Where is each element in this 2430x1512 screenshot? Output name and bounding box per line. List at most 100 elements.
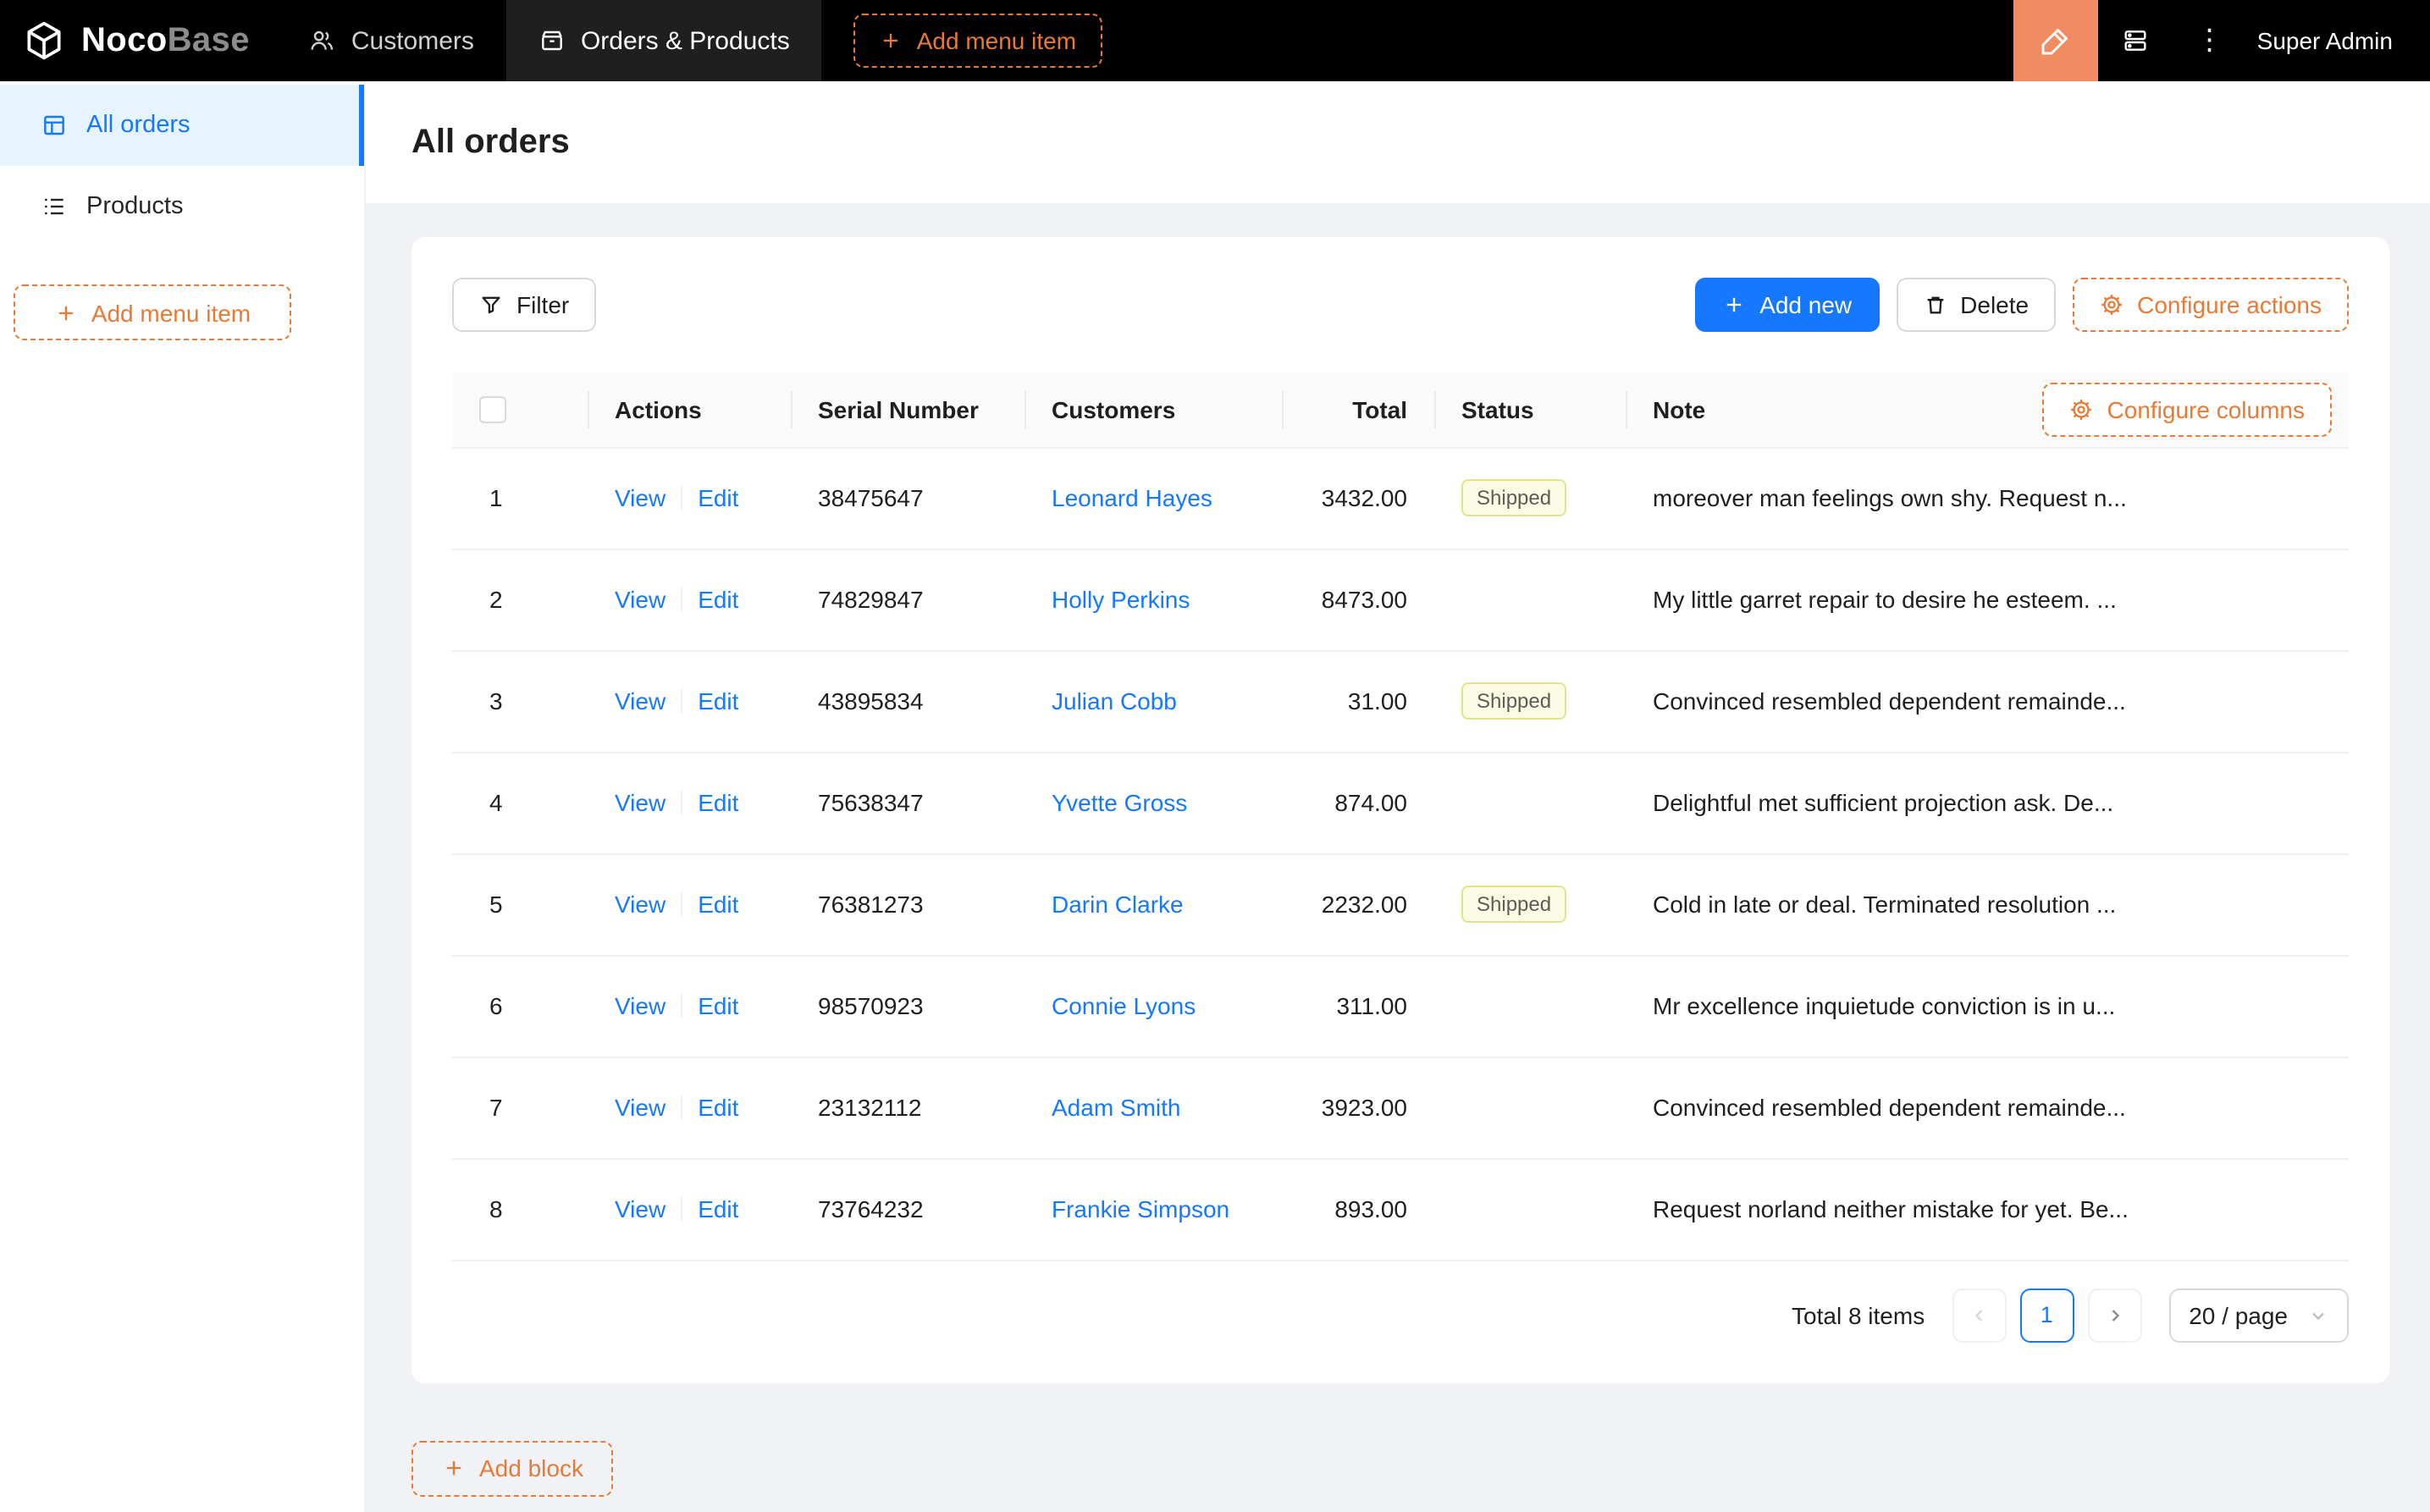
more-menu-button[interactable]: ⋮: [2173, 0, 2247, 81]
ui-editor-button[interactable]: [2013, 0, 2098, 81]
logo-cube-icon: [22, 19, 66, 63]
ellipsis-icon: ⋮: [2195, 24, 2224, 58]
note-text: Mr excellence inquietude conviction is i…: [1626, 955, 2349, 1057]
user-name[interactable]: Super Admin: [2247, 0, 2430, 81]
note-text: Delightful met sufficient projection ask…: [1626, 752, 2349, 853]
logo-text-base: Base: [168, 21, 250, 58]
column-header-note-label: Note: [1653, 396, 1705, 423]
pagination-next-button[interactable]: [2087, 1288, 2141, 1342]
row-index: 8: [452, 1158, 588, 1260]
view-link[interactable]: View: [615, 1094, 665, 1121]
nocobase-logo[interactable]: NocoBase: [0, 0, 277, 81]
customer-link[interactable]: Frankie Simpson: [1052, 1195, 1229, 1222]
view-link[interactable]: View: [615, 789, 665, 816]
serial-number: 74829847: [791, 549, 1024, 650]
total-value: 3432.00: [1282, 447, 1434, 549]
view-link[interactable]: View: [615, 992, 665, 1019]
table-row: 7 ViewEdit 23132112 Adam Smith 3923.00 C…: [452, 1057, 2349, 1158]
customer-link[interactable]: Connie Lyons: [1052, 992, 1196, 1019]
logo-text-noco: Noco: [81, 21, 168, 58]
pagination-page-1[interactable]: 1: [2019, 1288, 2074, 1342]
row-index: 2: [452, 549, 588, 650]
view-link[interactable]: View: [615, 687, 665, 715]
edit-link[interactable]: Edit: [698, 992, 738, 1019]
edit-link[interactable]: Edit: [698, 1195, 738, 1222]
table-header-row: Actions Serial Number Customers Total St…: [452, 372, 2349, 447]
table-icon: [41, 112, 68, 139]
edit-link[interactable]: Edit: [698, 586, 738, 613]
plus-icon: [1722, 293, 1746, 317]
edit-link[interactable]: Edit: [698, 891, 738, 918]
sidebar-add-menu-item-button[interactable]: Add menu item: [14, 284, 291, 340]
view-link[interactable]: View: [615, 586, 665, 613]
sidebar-item-label: Products: [86, 193, 183, 220]
view-link[interactable]: View: [615, 484, 665, 511]
page-title: All orders: [411, 123, 570, 162]
sidebar-item-products[interactable]: Products: [0, 166, 364, 247]
edit-link[interactable]: Edit: [698, 789, 738, 816]
configure-actions-label: Configure actions: [2137, 291, 2322, 318]
collections-button[interactable]: [2098, 0, 2173, 81]
chevron-down-icon: [2308, 1305, 2328, 1325]
nav-item-label: Orders & Products: [581, 26, 790, 55]
action-divider: [681, 1095, 682, 1119]
action-divider: [681, 892, 682, 916]
table-toolbar: Filter Add new Delete: [452, 278, 2349, 332]
total-value: 31.00: [1282, 650, 1434, 752]
view-link[interactable]: View: [615, 1195, 665, 1222]
nav-item-customers[interactable]: Customers: [277, 0, 506, 81]
plus-icon: [54, 301, 78, 324]
customer-link[interactable]: Leonard Hayes: [1052, 484, 1212, 511]
note-text: moreover man feelings own shy. Request n…: [1626, 447, 2349, 549]
chevron-left-icon: [1969, 1305, 1989, 1325]
row-index: 6: [452, 955, 588, 1057]
orders-table: Actions Serial Number Customers Total St…: [452, 372, 2349, 1261]
plus-icon: [880, 29, 903, 52]
add-block-label: Add block: [479, 1454, 583, 1482]
toolbar-right: Add new Delete: [1695, 278, 2349, 332]
sidebar-item-all-orders[interactable]: All orders: [0, 85, 364, 166]
note-text: Cold in late or deal. Terminated resolut…: [1626, 853, 2349, 955]
highlighter-icon: [2039, 24, 2073, 58]
page-content: Filter Add new Delete: [366, 203, 2430, 1512]
add-new-button[interactable]: Add new: [1695, 278, 1879, 332]
add-menu-item-button[interactable]: Add menu item: [854, 14, 1102, 68]
customer-link[interactable]: Holly Perkins: [1052, 586, 1190, 613]
column-header-note: Note: [1626, 372, 2349, 447]
add-block-button[interactable]: Add block: [411, 1440, 614, 1496]
pagination-prev-button[interactable]: [1952, 1288, 2006, 1342]
page-size-select[interactable]: 20 / page: [2168, 1288, 2349, 1342]
edit-link[interactable]: Edit: [698, 484, 738, 511]
delete-button[interactable]: Delete: [1896, 278, 2056, 332]
edit-link[interactable]: Edit: [698, 687, 738, 715]
total-value: 874.00: [1282, 752, 1434, 853]
layout-body: All orders Products Add menu item All or…: [0, 81, 2430, 1512]
edit-link[interactable]: Edit: [698, 1094, 738, 1121]
row-index: 1: [452, 447, 588, 549]
action-divider: [681, 994, 682, 1018]
configure-actions-button[interactable]: Configure actions: [2073, 278, 2349, 332]
sidebar: All orders Products Add menu item: [0, 81, 366, 1512]
nav-item-orders-products[interactable]: Orders & Products: [506, 0, 822, 81]
plus-icon: [442, 1456, 466, 1480]
customer-link[interactable]: Yvette Gross: [1052, 789, 1187, 816]
table-row: 4 ViewEdit 75638347 Yvette Gross 874.00 …: [452, 752, 2349, 853]
action-divider: [681, 486, 682, 510]
table-row: 1 ViewEdit 38475647 Leonard Hayes 3432.0…: [452, 447, 2349, 549]
customer-link[interactable]: Julian Cobb: [1052, 687, 1177, 715]
view-link[interactable]: View: [615, 891, 665, 918]
orders-products-icon: [538, 27, 566, 54]
delete-label: Delete: [1960, 291, 2029, 318]
select-all-checkbox[interactable]: [479, 397, 506, 424]
table-row: 5 ViewEdit 76381273 Darin Clarke 2232.00…: [452, 853, 2349, 955]
note-text: My little garret repair to desire he est…: [1626, 549, 2349, 650]
sidebar-add-menu-item-label: Add menu item: [91, 299, 251, 326]
page-header: All orders: [366, 81, 2430, 203]
total-value: 311.00: [1282, 955, 1434, 1057]
filter-button[interactable]: Filter: [452, 278, 596, 332]
database-icon: [2122, 27, 2149, 54]
configure-columns-button[interactable]: Configure columns: [2043, 383, 2332, 437]
customer-link[interactable]: Darin Clarke: [1052, 891, 1184, 918]
customer-link[interactable]: Adam Smith: [1052, 1094, 1181, 1121]
note-text: Request norland neither mistake for yet.…: [1626, 1158, 2349, 1260]
